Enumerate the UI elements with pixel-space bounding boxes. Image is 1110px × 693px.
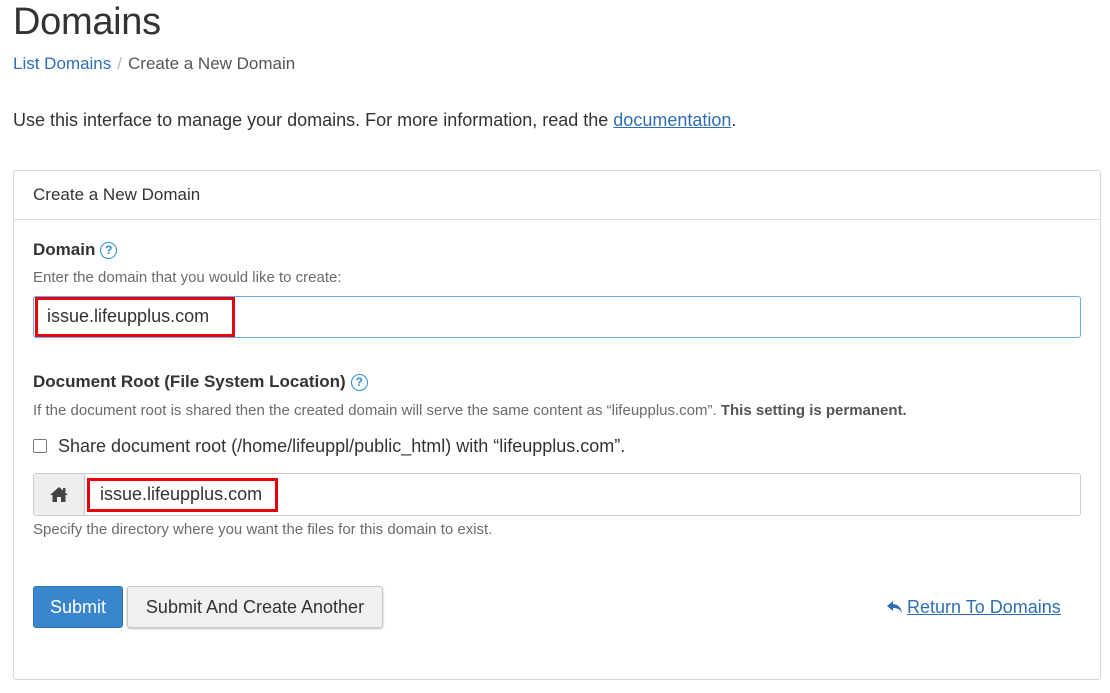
home-icon: [34, 474, 85, 515]
docroot-hint: If the document root is shared then the …: [33, 401, 907, 421]
docroot-help-icon[interactable]: ?: [350, 374, 368, 391]
docroot-label: Document Root (File System Location)?: [33, 371, 368, 393]
docroot-highlight-box: [87, 478, 278, 512]
intro-text-body: Use this interface to manage your domain…: [13, 110, 614, 130]
domain-hint: Enter the domain that you would like to …: [33, 269, 342, 286]
share-docroot-checkbox[interactable]: [33, 439, 47, 453]
breadcrumb-current: Create a New Domain: [128, 54, 296, 73]
intro-text-end: .: [731, 110, 737, 130]
intro-text: Use this interface to manage your domain…: [13, 109, 736, 131]
breadcrumb-list-domains-link[interactable]: List Domains: [13, 54, 111, 73]
page-title: Domains: [13, 1, 161, 43]
return-to-domains-label: Return To Domains: [907, 597, 1061, 617]
return-arrow-icon: [887, 601, 902, 613]
documentation-link[interactable]: documentation: [613, 110, 731, 130]
domain-highlight-box: [35, 297, 235, 337]
share-docroot-row: Share document root (/home/lifeuppl/publ…: [33, 434, 625, 458]
breadcrumb-separator: /: [117, 54, 122, 73]
create-domain-panel: Create a New Domain Domain? Enter the do…: [13, 170, 1101, 680]
docroot-hint-text: If the document root is shared then the …: [33, 402, 721, 419]
docroot-hint-permanent: This setting is permanent.: [720, 402, 907, 419]
domain-label-text: Domain: [33, 240, 96, 259]
submit-button[interactable]: Submit: [33, 586, 123, 628]
docroot-help-below: Specify the directory where you want the…: [33, 521, 493, 538]
panel-heading: Create a New Domain: [14, 171, 1100, 220]
docroot-label-text: Document Root (File System Location): [33, 372, 346, 391]
domain-label: Domain?: [33, 239, 118, 261]
breadcrumb: List Domains / Create a New Domain: [13, 53, 295, 75]
submit-and-create-another-button[interactable]: Submit And Create Another: [127, 586, 383, 628]
share-docroot-label[interactable]: Share document root (/home/lifeuppl/publ…: [58, 436, 625, 456]
domain-help-icon[interactable]: ?: [100, 242, 118, 259]
return-to-domains-link[interactable]: Return To Domains: [886, 596, 1061, 618]
